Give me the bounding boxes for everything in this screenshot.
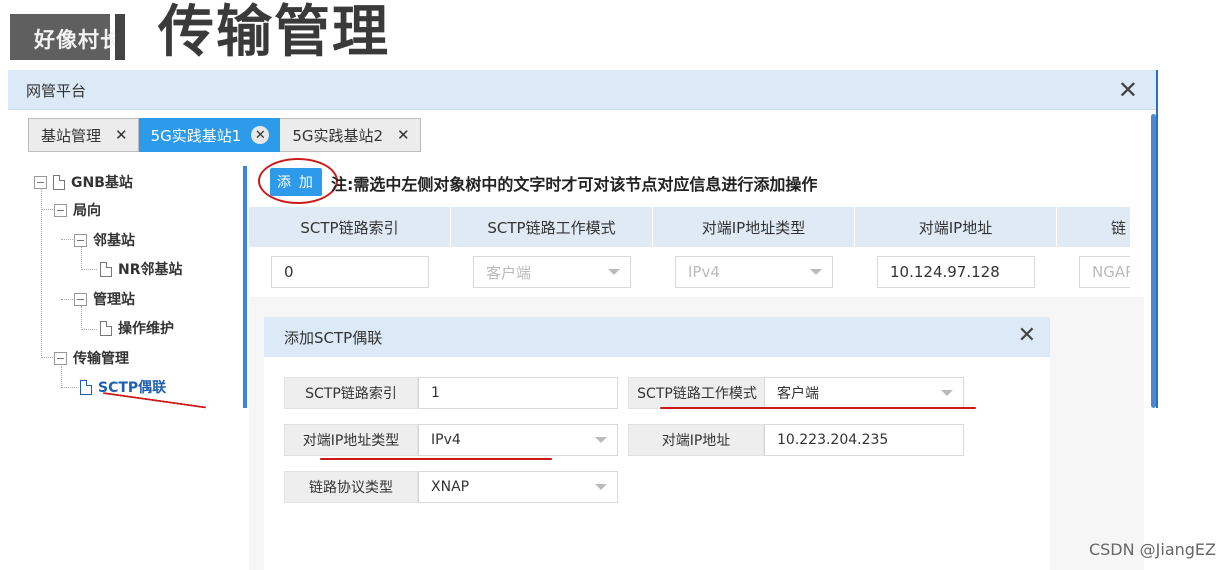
annotation-underline	[660, 407, 976, 409]
tab-station-management[interactable]: 基站管理 ✕	[28, 118, 139, 152]
chevron-down-icon	[810, 269, 822, 275]
table-row: 0 客户端 IPv4 10.124.97.128 NGAP	[249, 247, 1130, 297]
tree-connector	[81, 329, 97, 330]
column-header[interactable]: 链	[1057, 207, 1130, 247]
select-value: XNAP	[431, 479, 470, 495]
tree-node-label[interactable]: 局向	[73, 200, 101, 220]
window-close-icon[interactable]: ✕	[1118, 76, 1138, 104]
column-header[interactable]: SCTP链路索引	[249, 207, 451, 247]
instruction-note: 注:需选中左侧对象树中的文字时才可对该节点对应信息进行添加操作	[331, 175, 818, 194]
tree-node-management[interactable]: − 管理站	[74, 289, 135, 309]
tree-node-om[interactable]: 操作维护	[100, 318, 174, 338]
sctp-index-input[interactable]: 1	[418, 377, 618, 409]
tab-5g-station-2[interactable]: 5G实践基站2 ✕	[280, 118, 421, 152]
tab-label: 基站管理	[41, 126, 102, 145]
tab-label: 5G实践基站2	[292, 126, 384, 145]
document-icon	[100, 320, 112, 336]
tab-close-icon[interactable]: ✕	[397, 126, 410, 144]
add-sctp-dialog: 添加SCTP偶联 ✕ SCTP链路索引 1 SCTP链路工作模式 客户端 对端I…	[264, 317, 1050, 570]
field-label: SCTP链路索引	[284, 377, 418, 409]
tree-node-transport[interactable]: − 传输管理	[54, 348, 129, 368]
collapse-icon[interactable]: −	[34, 175, 47, 189]
grid-mode-select[interactable]: 客户端	[473, 256, 631, 288]
protocol-select[interactable]: XNAP	[418, 471, 618, 503]
tab-close-icon[interactable]: ✕	[251, 126, 270, 144]
select-value: IPv4	[431, 432, 461, 448]
collapse-icon[interactable]: −	[54, 351, 67, 365]
tab-label: 5G实践基站1	[150, 126, 242, 145]
tree-node-neighbor[interactable]: − 邻基站	[74, 230, 135, 250]
column-header[interactable]: 对端IP地址	[855, 207, 1057, 247]
tree-node-direction[interactable]: − 局向	[54, 200, 101, 220]
tab-bar: 基站管理 ✕ 5G实践基站1 ✕ 5G实践基站2 ✕	[28, 118, 421, 152]
window-scrollbar[interactable]	[1151, 114, 1156, 408]
grid-ip-input[interactable]: 10.124.97.128	[877, 256, 1035, 288]
chevron-down-icon	[595, 437, 607, 443]
dialog-title: 添加SCTP偶联	[284, 329, 383, 347]
annotation-circle	[258, 158, 338, 204]
document-icon	[80, 379, 92, 395]
dialog-header: 添加SCTP偶联 ✕	[264, 317, 1050, 357]
tree-node-gnb[interactable]: − GNB基站	[34, 172, 133, 192]
tree-connector	[61, 387, 77, 388]
column-header[interactable]: SCTP链路工作模式	[451, 207, 653, 247]
tab-5g-station-1[interactable]: 5G实践基站1 ✕	[138, 118, 281, 152]
field-label: 对端IP地址类型	[284, 424, 418, 456]
tree-connector	[41, 186, 42, 358]
field-label: SCTP链路工作模式	[628, 377, 766, 409]
document-icon	[53, 174, 65, 190]
tree-node-label[interactable]: 操作维护	[118, 318, 174, 338]
chevron-down-icon	[941, 390, 953, 396]
chevron-down-icon	[595, 484, 607, 490]
tree-node-label[interactable]: 传输管理	[73, 348, 129, 368]
cell-value: IPv4	[688, 263, 720, 281]
column-header[interactable]: 对端IP地址类型	[653, 207, 855, 247]
window-right-border	[1156, 70, 1158, 408]
tree-connector	[81, 306, 82, 328]
collapse-icon[interactable]: −	[74, 233, 87, 247]
select-value: 客户端	[777, 386, 819, 402]
grid-header: SCTP链路索引 SCTP链路工作模式 对端IP地址类型 对端IP地址 链	[249, 207, 1130, 247]
tree-connector	[81, 269, 97, 270]
window-title: 网管平台	[26, 82, 87, 100]
ip-type-select[interactable]: IPv4	[418, 424, 618, 456]
tree-node-label[interactable]: NR邻基站	[118, 259, 183, 279]
sctp-grid: SCTP链路索引 SCTP链路工作模式 对端IP地址类型 对端IP地址 链 0 …	[249, 207, 1130, 297]
field-label: 链路协议类型	[284, 471, 418, 503]
window-header: 网管平台 ✕	[8, 70, 1156, 110]
annotation-underline	[320, 458, 552, 460]
tree-node-label[interactable]: GNB基站	[71, 172, 133, 192]
grid-iptype-select[interactable]: IPv4	[675, 256, 833, 288]
sctp-mode-select[interactable]: 客户端	[764, 377, 964, 409]
dialog-close-icon[interactable]: ✕	[1018, 323, 1036, 348]
cell-value: 客户端	[486, 263, 532, 282]
chevron-down-icon	[608, 269, 620, 275]
object-tree: − GNB基站 − 局向 − 邻基站 NR邻基站 − 管理站 操作维护 − 传输…	[28, 168, 238, 478]
field-label: 对端IP地址	[628, 424, 764, 456]
tree-node-label[interactable]: 管理站	[93, 289, 135, 309]
watermark: CSDN @JiangEZ	[1088, 540, 1216, 559]
document-icon	[100, 261, 112, 277]
collapse-icon[interactable]: −	[74, 292, 87, 306]
tab-close-icon[interactable]: ✕	[115, 126, 128, 144]
collapse-icon[interactable]: −	[54, 203, 67, 217]
app-window: 网管平台 ✕ 基站管理 ✕ 5G实践基站1 ✕ 5G实践基站2 ✕ − GNB基…	[8, 70, 1158, 570]
grid-index-input[interactable]: 0	[271, 256, 429, 288]
tree-node-nr-neighbor[interactable]: NR邻基站	[100, 259, 183, 279]
panel-splitter[interactable]	[243, 166, 247, 408]
peer-ip-input[interactable]: 10.223.204.235	[764, 424, 964, 456]
banner-bar	[115, 14, 125, 60]
tree-connector	[61, 366, 62, 388]
banner-badge-text: 好像村长	[34, 28, 122, 52]
tree-node-label[interactable]: 邻基站	[93, 230, 135, 250]
banner-title: 传输管理	[158, 0, 390, 65]
grid-protocol-select[interactable]: NGAP	[1079, 256, 1130, 288]
